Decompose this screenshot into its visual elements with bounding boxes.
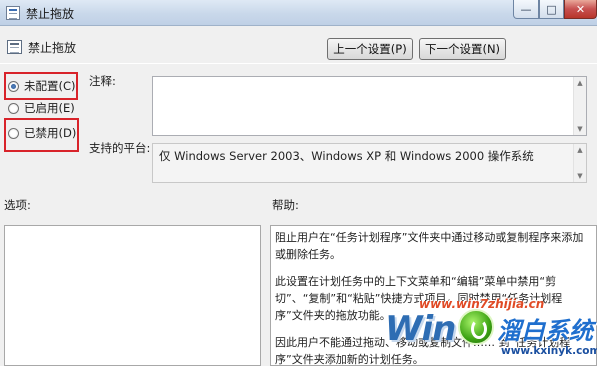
- platform-scrollbar[interactable]: ▲ ▼: [573, 144, 586, 182]
- help-paragraph: 此设置在计划任务中的上下文菜单和“编辑”菜单中禁用“剪切”、“复制”和“粘贴”快…: [275, 275, 563, 322]
- help-paragraph: 阻止用户在“任务计划程序”文件夹中通过移动或复制程序来添加或删除任务。: [275, 231, 584, 261]
- annotation-highlight-box: [4, 118, 79, 152]
- maximize-button[interactable]: □: [539, 0, 564, 19]
- options-pane: [4, 225, 261, 366]
- help-label: 帮助:: [272, 198, 299, 212]
- radio-button[interactable]: [8, 102, 19, 114]
- previous-setting-button[interactable]: 上一个设置(P): [327, 38, 413, 60]
- window-title: 禁止拖放: [26, 7, 75, 21]
- scroll-down-arrow-icon[interactable]: ▼: [574, 123, 586, 135]
- maximize-icon: □: [546, 2, 557, 16]
- supported-platform-value: 仅 Windows Server 2003、Windows XP 和 Windo…: [159, 149, 534, 163]
- supported-platform-label: 支持的平台:: [89, 141, 151, 155]
- annotation-highlight-box: [4, 72, 78, 100]
- options-label: 选项:: [4, 198, 31, 212]
- minimize-button[interactable]: —: [513, 0, 539, 19]
- title-bar: 禁止拖放 — □ ✕: [0, 0, 597, 26]
- comment-textarea[interactable]: ▲ ▼: [152, 76, 587, 136]
- help-paragraph: 因此用户不能通过拖动、移动或复制文件…… 到“任务计划程序”文件夹添加新的计划任…: [275, 336, 571, 366]
- policy-setting-icon: [6, 6, 20, 20]
- help-pane: 阻止用户在“任务计划程序”文件夹中通过移动或复制程序来添加或删除任务。 此设置在…: [270, 225, 597, 366]
- setting-name: 禁止拖放: [28, 41, 77, 55]
- supported-platform-field: 仅 Windows Server 2003、Windows XP 和 Windo…: [152, 143, 587, 183]
- scroll-up-arrow-icon[interactable]: ▲: [574, 77, 586, 89]
- minimize-icon: —: [520, 2, 532, 16]
- comment-scrollbar[interactable]: ▲ ▼: [573, 77, 586, 135]
- header-divider: [0, 63, 597, 64]
- comment-label: 注释:: [89, 74, 116, 88]
- close-icon: ✕: [575, 2, 586, 16]
- next-setting-button[interactable]: 下一个设置(N): [419, 38, 506, 60]
- radio-label: 已启用(E): [24, 101, 75, 115]
- radio-enabled[interactable]: 已启用(E): [8, 100, 75, 116]
- scroll-down-arrow-icon[interactable]: ▼: [574, 170, 586, 182]
- policy-setting-icon: [7, 40, 22, 54]
- scroll-up-arrow-icon[interactable]: ▲: [574, 144, 586, 156]
- help-text: 阻止用户在“任务计划程序”文件夹中通过移动或复制程序来添加或删除任务。 此设置在…: [275, 229, 587, 366]
- close-button[interactable]: ✕: [564, 0, 597, 19]
